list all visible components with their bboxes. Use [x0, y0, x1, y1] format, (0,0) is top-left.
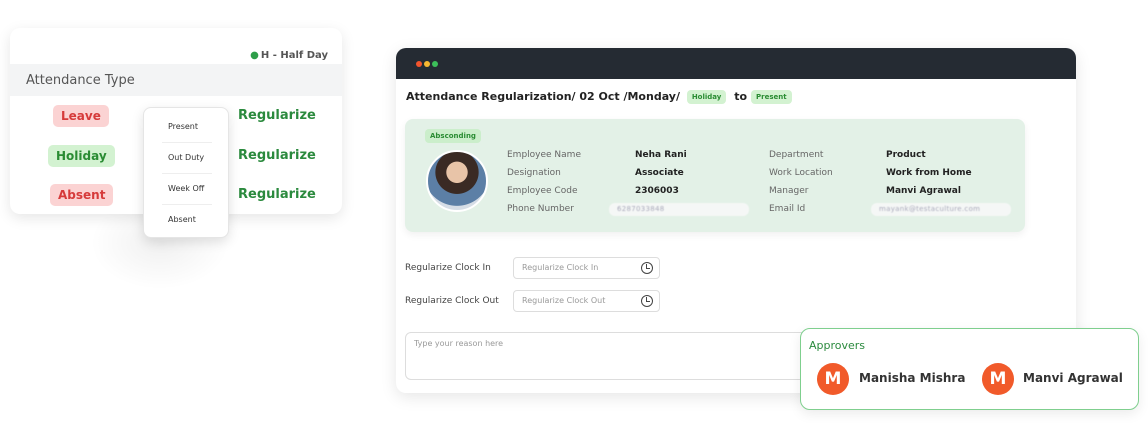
- manager-value: Manvi Agrawal: [886, 186, 961, 196]
- clock-out-placeholder: Regularize Clock Out: [522, 296, 606, 305]
- work-location-value: Work from Home: [886, 168, 972, 178]
- legend-dot-icon: ●: [250, 50, 259, 61]
- to-status-tag: Present: [751, 90, 792, 104]
- absent-badge: Absent: [50, 184, 114, 206]
- window-maximize-dot-icon[interactable]: [432, 61, 438, 67]
- clock-in-label: Regularize Clock In: [405, 263, 491, 273]
- employee-code-value: 2306003: [635, 186, 679, 196]
- regularize-link-leave[interactable]: Regularize: [238, 108, 316, 123]
- clock-out-input[interactable]: Regularize Clock Out: [513, 290, 660, 312]
- divider: [162, 142, 212, 143]
- window-close-dot-icon[interactable]: [416, 61, 422, 67]
- designation-label: Designation: [507, 168, 561, 178]
- manager-label: Manager: [769, 186, 809, 196]
- page-title: Attendance Regularization/ 02 Oct /Monda…: [406, 90, 792, 104]
- phone-number-label: Phone Number: [507, 204, 574, 214]
- absconding-tag: Absconding: [425, 129, 481, 143]
- dropdown-option-out-duty[interactable]: Out Duty: [144, 153, 228, 162]
- regularize-link-absent[interactable]: Regularize: [238, 187, 316, 202]
- attendance-type-dropdown: Present Out Duty Week Off Absent: [143, 107, 229, 238]
- to-text: to: [734, 90, 748, 103]
- reason-textarea[interactable]: Type your reason here: [405, 332, 845, 380]
- window-minimize-dot-icon[interactable]: [424, 61, 430, 67]
- attendance-type-header: Attendance Type: [10, 64, 342, 96]
- phone-number-value: 6287033848: [609, 203, 749, 216]
- employee-name-label: Employee Name: [507, 150, 581, 160]
- page-title-text: Attendance Regularization/ 02 Oct /Monda…: [406, 90, 680, 103]
- work-location-label: Work Location: [769, 168, 833, 178]
- dropdown-option-week-off[interactable]: Week Off: [144, 184, 228, 193]
- email-id-value: mayank@testaculture.com: [871, 203, 1011, 216]
- divider: [162, 204, 212, 205]
- approvers-title: Approvers: [809, 339, 866, 352]
- regularize-link-holiday[interactable]: Regularize: [238, 148, 316, 163]
- clock-icon[interactable]: [641, 262, 653, 274]
- department-label: Department: [769, 150, 824, 160]
- employee-code-label: Employee Code: [507, 186, 578, 196]
- designation-value: Associate: [635, 168, 684, 178]
- dropdown-option-present[interactable]: Present: [144, 122, 228, 131]
- approver-name: Manvi Agrawal: [1023, 371, 1123, 385]
- holiday-badge: Holiday: [48, 145, 115, 167]
- employee-info-card: Absconding Employee Name Neha Rani Desig…: [405, 119, 1025, 232]
- employee-name-value: Neha Rani: [635, 150, 687, 160]
- email-id-label: Email Id: [769, 204, 806, 214]
- approver-avatar: M: [982, 363, 1014, 395]
- employee-avatar: [426, 150, 488, 212]
- window-titlebar: [396, 48, 1076, 79]
- approvers-card: Approvers M Manisha Mishra M Manvi Agraw…: [800, 328, 1139, 410]
- dropdown-option-absent[interactable]: Absent: [144, 215, 228, 224]
- department-value: Product: [886, 150, 926, 160]
- approver-name: Manisha Mishra: [859, 371, 966, 385]
- clock-out-label: Regularize Clock Out: [405, 296, 499, 306]
- divider: [162, 173, 212, 174]
- clock-in-placeholder: Regularize Clock In: [522, 263, 599, 272]
- clock-in-input[interactable]: Regularize Clock In: [513, 257, 660, 279]
- leave-badge: Leave: [53, 105, 109, 127]
- reason-placeholder: Type your reason here: [414, 339, 504, 348]
- from-status-tag: Holiday: [686, 90, 727, 104]
- half-day-legend: ● H - Half Day: [250, 50, 328, 61]
- approver-avatar: M: [817, 363, 849, 395]
- clock-icon[interactable]: [641, 295, 653, 307]
